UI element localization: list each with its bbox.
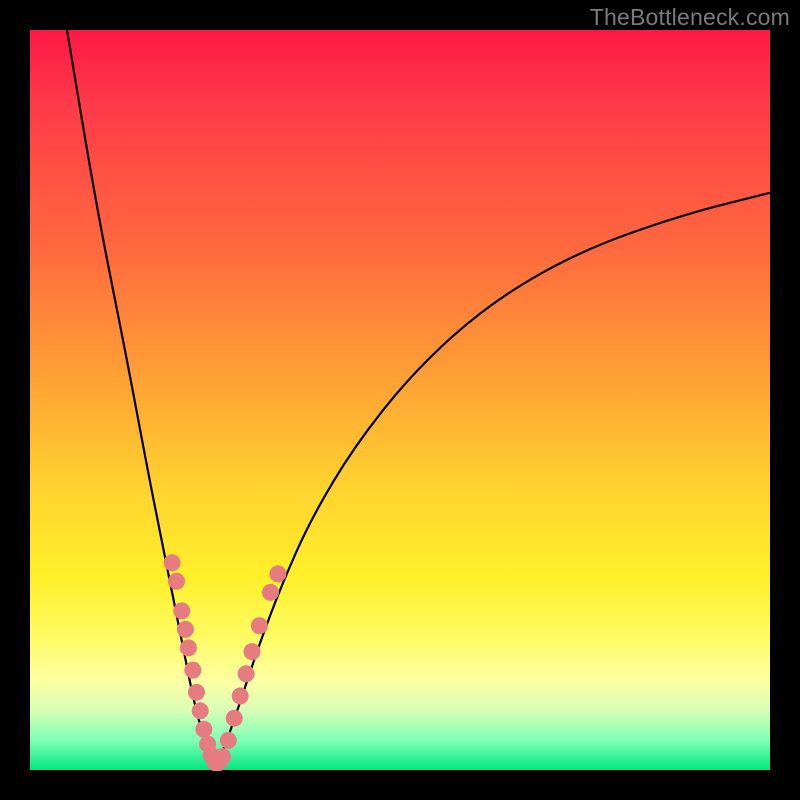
marker-dot [195, 721, 212, 738]
marker-dot [180, 639, 197, 656]
marker-dot [238, 665, 255, 682]
marker-dot [244, 643, 261, 660]
highlight-markers [164, 554, 287, 771]
marker-dot [177, 621, 194, 638]
marker-dot [232, 688, 249, 705]
marker-dot [262, 584, 279, 601]
marker-dot [269, 565, 286, 582]
bottleneck-curve-right [215, 193, 770, 770]
marker-dot [220, 732, 237, 749]
curve-layer [30, 30, 770, 770]
plot-area [30, 30, 770, 770]
marker-dot [226, 710, 243, 727]
marker-dot [192, 702, 209, 719]
marker-dot [214, 748, 231, 765]
marker-dot [168, 573, 185, 590]
marker-dot [251, 617, 268, 634]
watermark-text: TheBottleneck.com [590, 4, 790, 31]
marker-dot [184, 662, 201, 679]
chart-frame: TheBottleneck.com [0, 0, 800, 800]
marker-dot [188, 684, 205, 701]
marker-dot [173, 602, 190, 619]
marker-dot [164, 554, 181, 571]
bottleneck-curve-left [67, 30, 215, 770]
